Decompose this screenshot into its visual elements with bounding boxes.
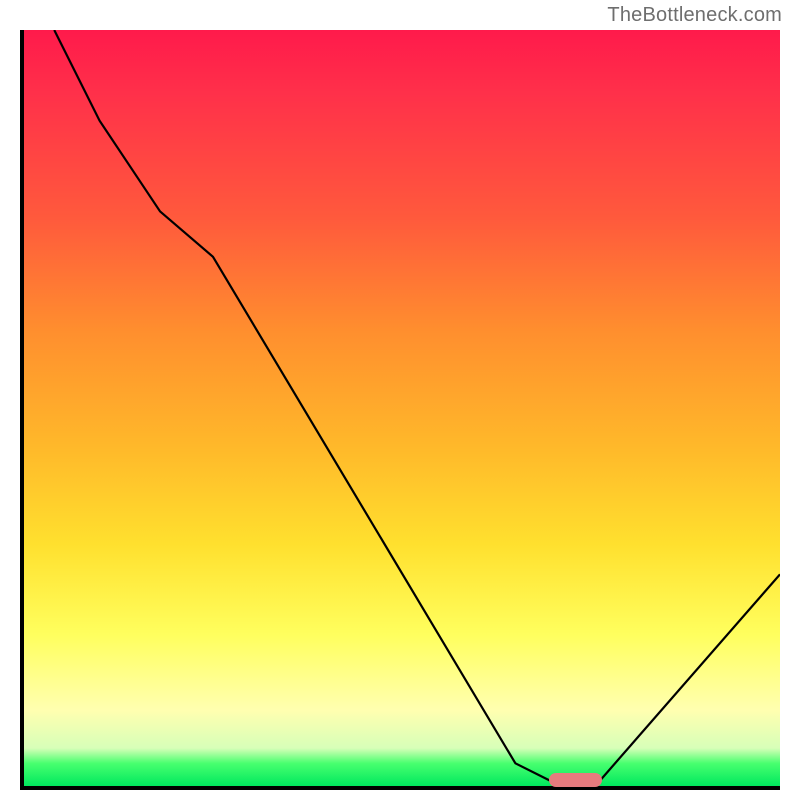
watermark-text: TheBottleneck.com [607, 4, 782, 27]
bottleneck-curve-path [54, 30, 780, 782]
optimal-marker [549, 773, 602, 787]
bottleneck-curve-svg [24, 30, 780, 786]
chart-container: TheBottleneck.com [0, 0, 800, 800]
